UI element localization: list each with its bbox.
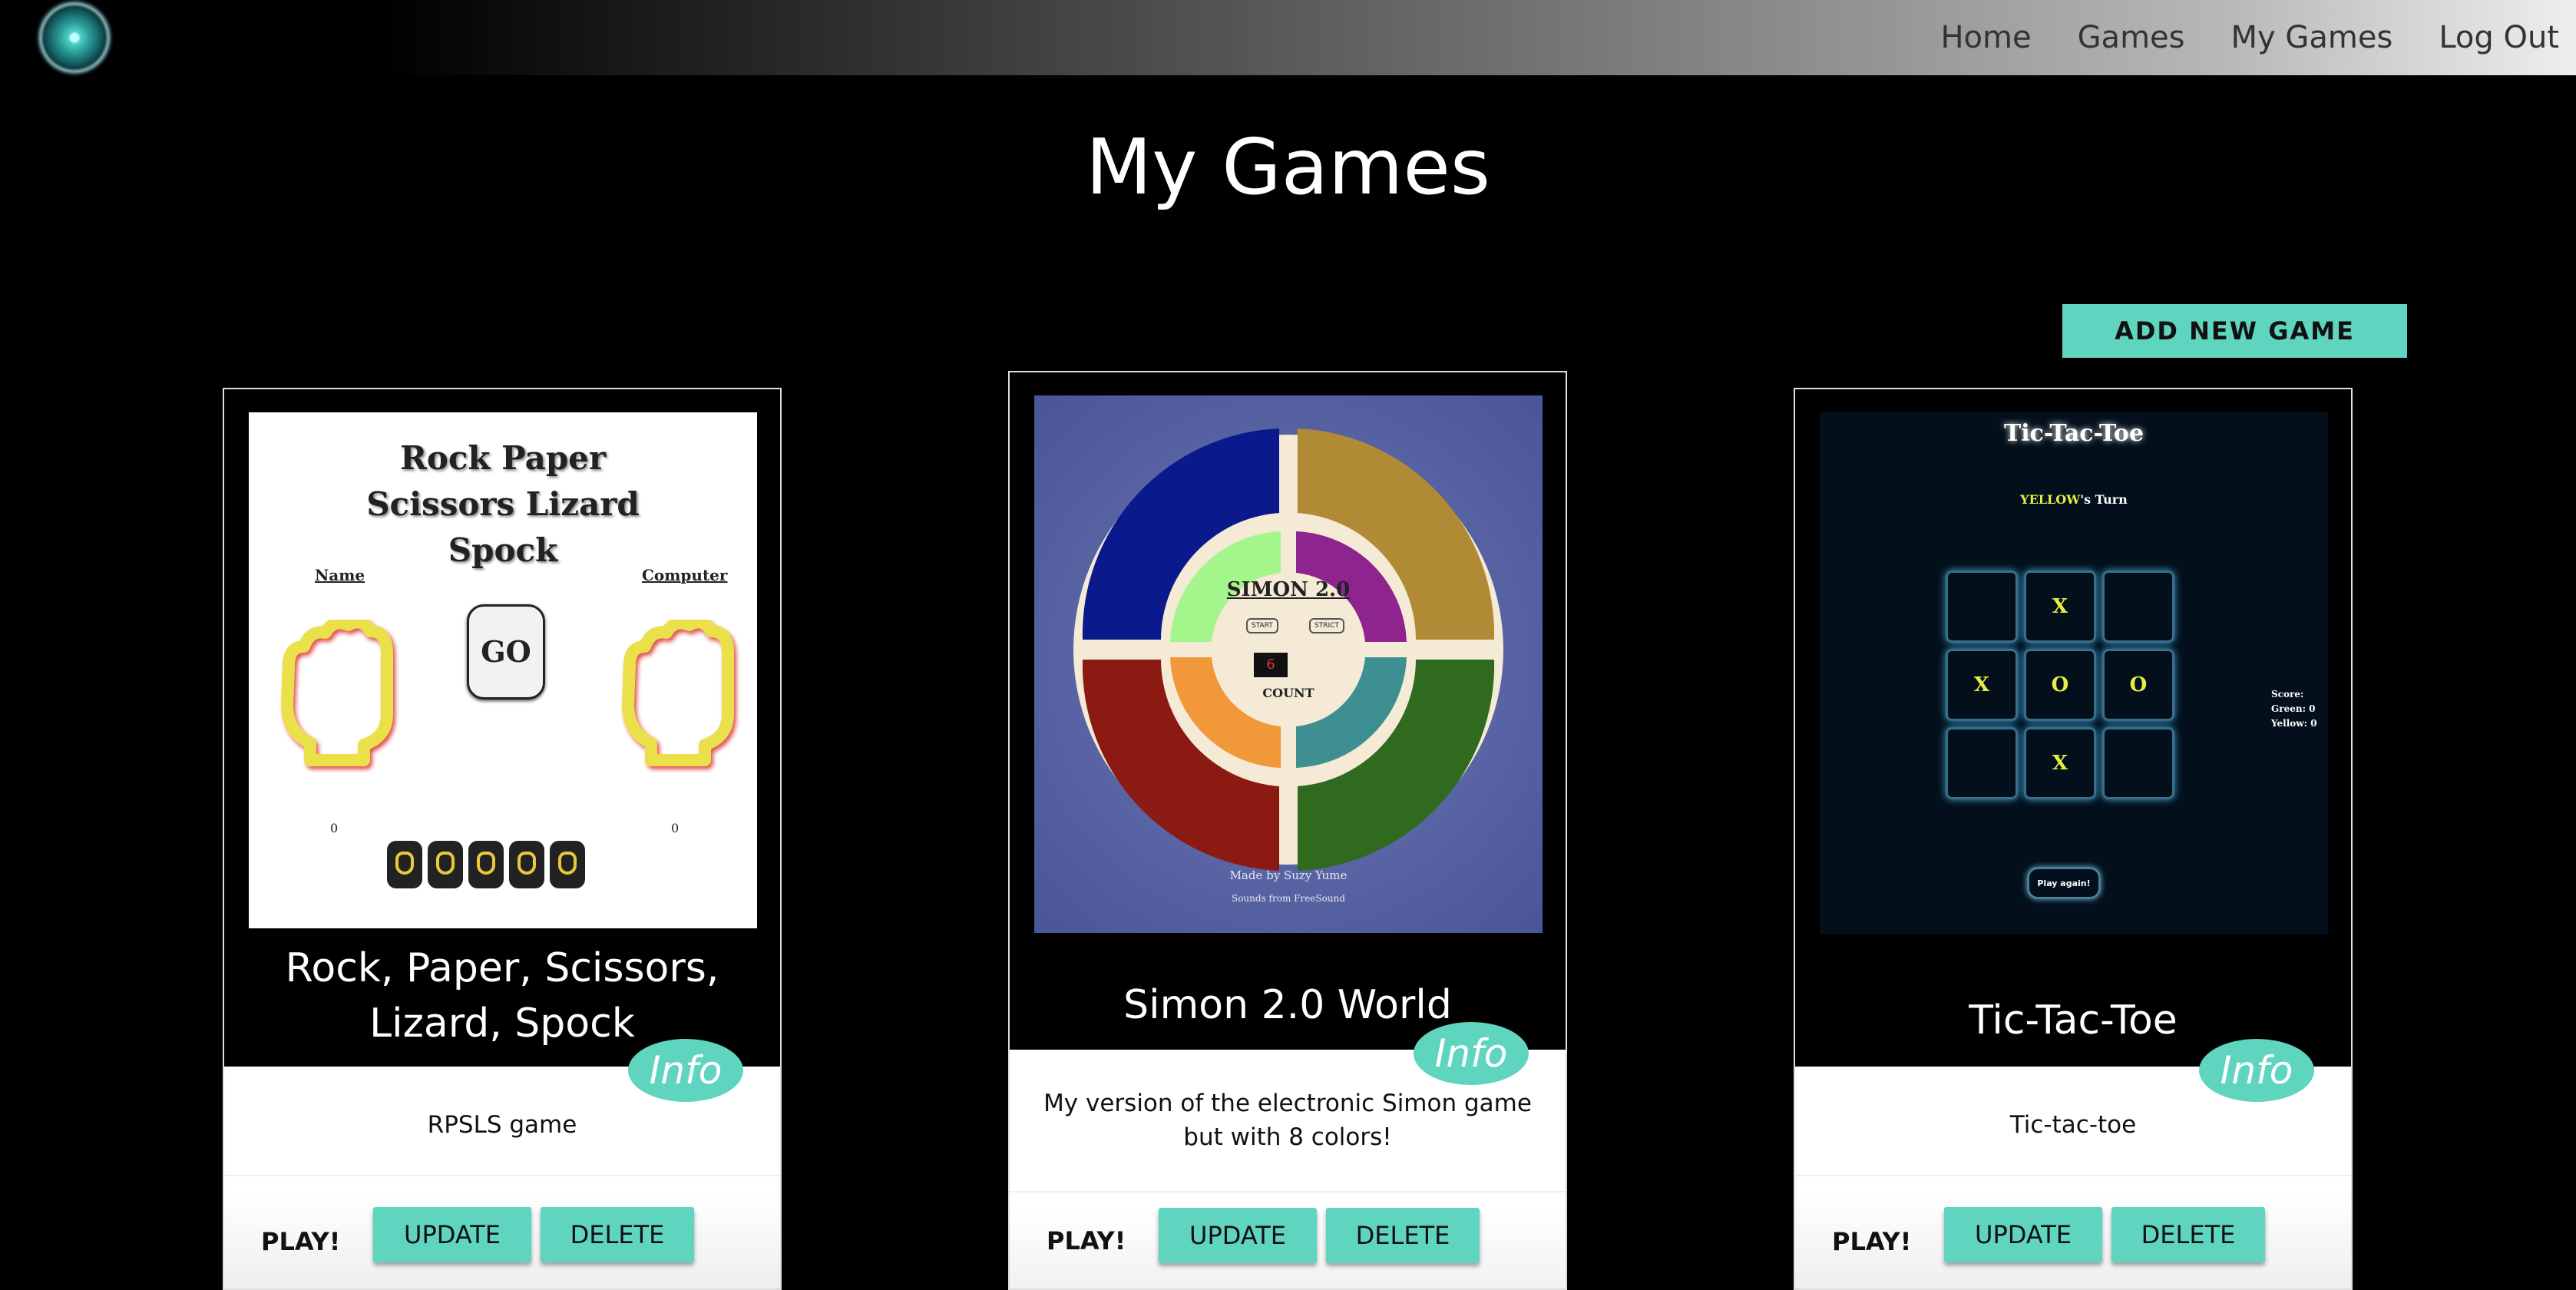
- ttt-yellow-score: Yellow: 0: [2271, 718, 2317, 729]
- card-divider: [1795, 1175, 2351, 1176]
- ttt-turn-indicator: YELLOW's Turn: [1820, 492, 2328, 507]
- simon-count-label: COUNT: [1262, 686, 1314, 700]
- update-button[interactable]: UPDATE: [1159, 1208, 1317, 1263]
- card-divider: [1010, 1191, 1566, 1192]
- computer-hand-icon: [622, 620, 734, 766]
- ttt-cell: X: [2024, 727, 2096, 799]
- simon-sounds-credit: Sounds from FreeSound: [1231, 893, 1345, 904]
- delete-button[interactable]: DELETE: [1326, 1208, 1480, 1263]
- page-title: My Games: [1085, 122, 1491, 212]
- card-description: Tic-tac-toe: [2009, 1111, 2137, 1139]
- simon-title: SIMON 2.0: [1226, 578, 1351, 601]
- card-description: RPSLS game: [427, 1111, 577, 1139]
- game-card-tic-tac-toe: Tic-Tac-Toe YELLOW's Turn X X O O X Scor…: [1794, 388, 2353, 1290]
- card-actions: PLAY! UPDATE DELETE: [224, 1192, 780, 1288]
- ttt-cell: [1946, 571, 2018, 643]
- ttt-cell: [2102, 727, 2174, 799]
- thumb-computer-score: 0: [671, 821, 680, 835]
- nav-my-games-link[interactable]: My Games: [2230, 20, 2392, 55]
- play-link[interactable]: PLAY!: [1047, 1226, 1126, 1255]
- ttt-cell: X: [2024, 571, 2096, 643]
- nav-games-link[interactable]: Games: [2078, 20, 2185, 55]
- card-description: My version of the electronic Simon game …: [1043, 1090, 1532, 1151]
- ttt-cell: X: [1946, 649, 2018, 721]
- paper-choice-icon: [428, 841, 463, 888]
- thumb-computer-label: Computer: [642, 566, 728, 584]
- thumb-title: Rock Paper Scissors Lizard Spock: [366, 439, 640, 569]
- add-new-game-button[interactable]: ADD NEW GAME: [2062, 304, 2407, 358]
- ttt-cell: O: [2102, 649, 2174, 721]
- ttt-turn-player: YELLOW: [2020, 492, 2081, 507]
- navbar: Home Games My Games Log Out: [0, 0, 2576, 75]
- nav-logout-link[interactable]: Log Out: [2439, 20, 2559, 55]
- thumb-player-score: 0: [330, 821, 339, 835]
- card-header: SIMON 2.0 START STRICT 6 COUNT Made by S…: [1010, 372, 1566, 1050]
- delete-button[interactable]: DELETE: [2111, 1207, 2265, 1262]
- ttt-cell: O: [2024, 649, 2096, 721]
- thumb-player-label: Name: [315, 566, 365, 584]
- card-divider: [224, 1175, 780, 1176]
- nav-home-link[interactable]: Home: [1940, 20, 2031, 55]
- scissors-choice-icon: [468, 841, 504, 888]
- lizard-choice-icon: [509, 841, 544, 888]
- play-link[interactable]: PLAY!: [1832, 1227, 1911, 1256]
- play-link[interactable]: PLAY!: [261, 1227, 340, 1256]
- info-button[interactable]: Info: [1414, 1022, 1529, 1085]
- simon-count-value: 6: [1266, 657, 1275, 673]
- card-actions: PLAY! UPDATE DELETE: [1010, 1208, 1566, 1288]
- logo-icon[interactable]: [38, 2, 111, 74]
- go-button: GO: [467, 604, 545, 700]
- info-button[interactable]: Info: [628, 1039, 743, 1102]
- game-card-simon: SIMON 2.0 START STRICT 6 COUNT Made by S…: [1008, 371, 1567, 1290]
- card-actions: PLAY! UPDATE DELETE: [1795, 1192, 2351, 1288]
- card-header: Rock Paper Scissors Lizard Spock Name Co…: [224, 389, 780, 1067]
- nav-links: Home Games My Games Log Out: [1940, 0, 2576, 75]
- player-hand-icon: [281, 620, 393, 766]
- game-card-rpsls: Rock Paper Scissors Lizard Spock Name Co…: [223, 388, 782, 1290]
- card-header: Tic-Tac-Toe YELLOW's Turn X X O O X Scor…: [1795, 389, 2351, 1067]
- game-thumbnail[interactable]: SIMON 2.0 START STRICT 6 COUNT Made by S…: [1034, 395, 1543, 933]
- ttt-scoreboard: Score: Green: 0 Yellow: 0: [2271, 687, 2317, 731]
- ttt-play-again-button: Play again!: [2027, 867, 2101, 899]
- ttt-turn-suffix: 's Turn: [2080, 492, 2128, 507]
- ttt-title: Tic-Tac-Toe: [2003, 420, 2144, 447]
- card-title: Rock, Paper, Scissors, Lizard, Spock: [285, 945, 719, 1047]
- rock-choice-icon: [387, 841, 422, 888]
- ttt-score-label: Score:: [2271, 689, 2304, 700]
- game-thumbnail[interactable]: Rock Paper Scissors Lizard Spock Name Co…: [249, 412, 757, 928]
- simon-credit: Made by Suzy Yume: [1229, 868, 1348, 882]
- update-button[interactable]: UPDATE: [373, 1207, 531, 1262]
- ttt-cell: [1946, 727, 2018, 799]
- delete-button[interactable]: DELETE: [541, 1207, 694, 1262]
- simon-board-icon: [1073, 428, 1503, 871]
- info-button[interactable]: Info: [2199, 1039, 2314, 1102]
- game-thumbnail[interactable]: Tic-Tac-Toe YELLOW's Turn X X O O X Scor…: [1820, 412, 2328, 934]
- simon-strict-button: STRICT: [1309, 618, 1344, 633]
- spock-choice-icon: [550, 841, 585, 888]
- update-button[interactable]: UPDATE: [1944, 1207, 2102, 1262]
- ttt-cell: [2102, 571, 2174, 643]
- simon-start-button: START: [1246, 618, 1278, 633]
- ttt-green-score: Green: 0: [2271, 703, 2316, 714]
